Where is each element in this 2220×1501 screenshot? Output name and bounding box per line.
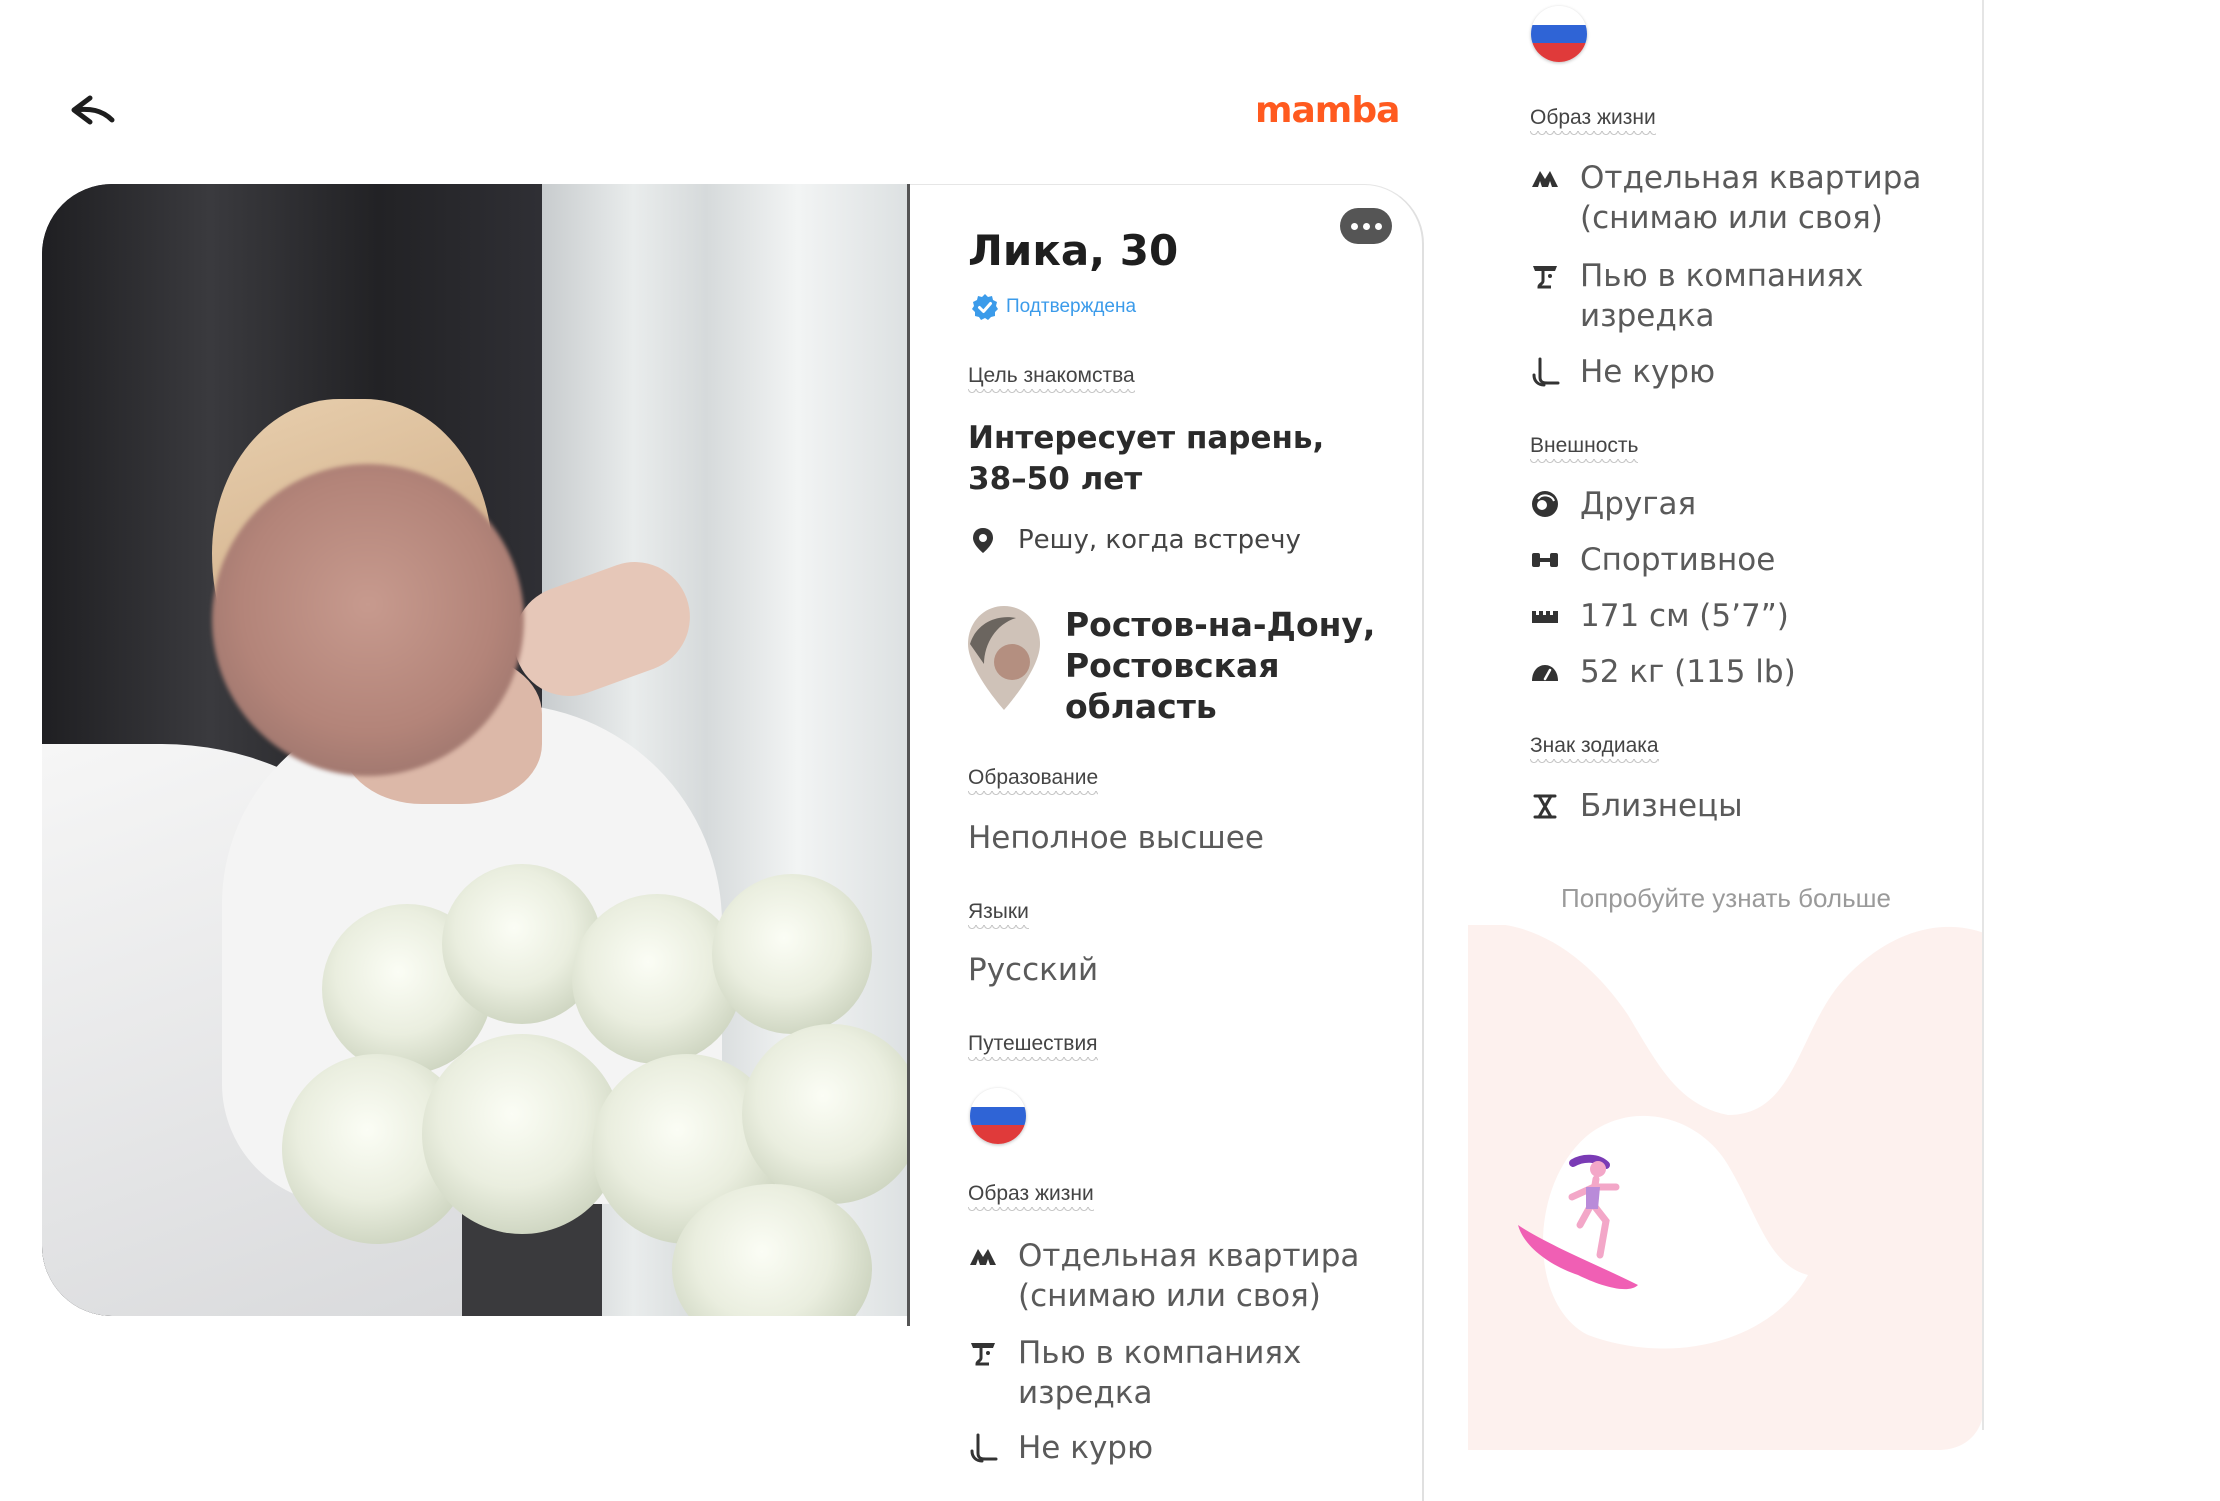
lifestyle-item: Пью в компаниях изредка: [968, 1333, 1388, 1413]
travel-label: Путешествия: [968, 1032, 1098, 1062]
right-panel-border: [1982, 0, 1984, 1430]
russia-flag-top: [1531, 6, 1587, 62]
back-button[interactable]: [60, 90, 116, 130]
dumbbell-icon: [1530, 545, 1560, 575]
goal-text: Интересует парень, 38–50 лет: [968, 420, 1325, 497]
location-avatar: [966, 604, 1042, 712]
zodiac-item: Близнецы: [1530, 786, 1743, 826]
goal-label: Цель знакомства: [968, 364, 1135, 394]
more-options-button[interactable]: [1340, 208, 1392, 244]
languages-label: Языки: [968, 900, 1029, 930]
more-dot: [1375, 223, 1382, 230]
teaser-text: Попробуйте узнать больше: [1561, 883, 1891, 913]
russia-flag: [970, 1088, 1026, 1144]
appearance-item: 171 см (5’7”): [1530, 596, 1789, 636]
lifestyle-item: Пью в компаниях изредка: [1530, 256, 1970, 336]
appearance-text: 52 кг (115 lb): [1580, 654, 1796, 690]
lifestyle-item: Отдельная квартира (снимаю или своя): [968, 1236, 1388, 1316]
zodiac-label: Знак зодиака: [1530, 734, 1659, 764]
more-dot: [1363, 223, 1370, 230]
languages-value: Русский: [968, 952, 1099, 988]
profile-name-age: Лика, 30: [968, 226, 1179, 275]
arrow-left-icon: [71, 95, 115, 125]
location-pin-icon: [968, 525, 998, 555]
ruler-icon: [1530, 601, 1560, 631]
surfer-illustration: [1468, 923, 1984, 1455]
drink-icon: [1530, 261, 1560, 291]
lifestyle-item: Не курю: [968, 1428, 1388, 1468]
no-smoking-icon: [1530, 357, 1560, 387]
profile-photo[interactable]: [42, 184, 907, 1316]
meeting-text: Решу, когда встречу: [1018, 525, 1301, 555]
lifestyle-label: Образ жизни: [968, 1182, 1094, 1212]
lifestyle-text: Не курю: [1580, 354, 1716, 390]
lifestyle-label-right: Образ жизни: [1530, 106, 1656, 136]
weight-icon: [1530, 657, 1560, 687]
gemini-icon: [1530, 791, 1560, 821]
education-label: Образование: [968, 766, 1099, 796]
lifestyle-item: Отдельная квартира (снимаю или своя): [1530, 158, 1970, 238]
more-dots-icon: [1351, 223, 1358, 230]
location-text: Ростов-на-Дону, Ростовская область: [1065, 605, 1376, 726]
lifestyle-text: Пью в компаниях изредка: [1580, 258, 1864, 334]
appearance-text: Спортивное: [1580, 542, 1776, 578]
appearance-item: Другая: [1530, 484, 1696, 524]
verified-check-icon: [972, 294, 998, 320]
housing-icon: [968, 1241, 998, 1271]
drink-icon: [968, 1338, 998, 1368]
no-smoking-icon: [968, 1433, 998, 1463]
appearance-label: Внешность: [1530, 434, 1639, 464]
appearance-item: Спортивное: [1530, 540, 1775, 580]
appearance-item: 52 кг (115 lb): [1530, 652, 1796, 692]
education-value: Неполное высшее: [968, 820, 1264, 856]
rose-bouquet: [282, 864, 907, 1316]
appearance-text: 171 см (5’7”): [1580, 598, 1789, 634]
appearance-text: Другая: [1580, 486, 1697, 522]
blurred-face: [212, 464, 524, 776]
face-icon: [1530, 489, 1560, 519]
verified-badge: Подтверждена: [970, 292, 1136, 322]
housing-icon: [1530, 163, 1560, 193]
lifestyle-text: Не курю: [1018, 1430, 1154, 1466]
lifestyle-item: Не курю: [1530, 352, 1970, 392]
lifestyle-text: Отдельная квартира (снимаю или своя): [1018, 1238, 1360, 1314]
meeting-row: Решу, когда встречу: [968, 520, 1301, 560]
verified-label: Подтверждена: [1006, 296, 1137, 317]
mamba-logo[interactable]: mamba: [1255, 90, 1400, 131]
zodiac-value: Близнецы: [1580, 788, 1743, 824]
lifestyle-text: Пью в компаниях изредка: [1018, 1335, 1302, 1411]
lifestyle-text: Отдельная квартира (снимаю или своя): [1580, 160, 1922, 236]
